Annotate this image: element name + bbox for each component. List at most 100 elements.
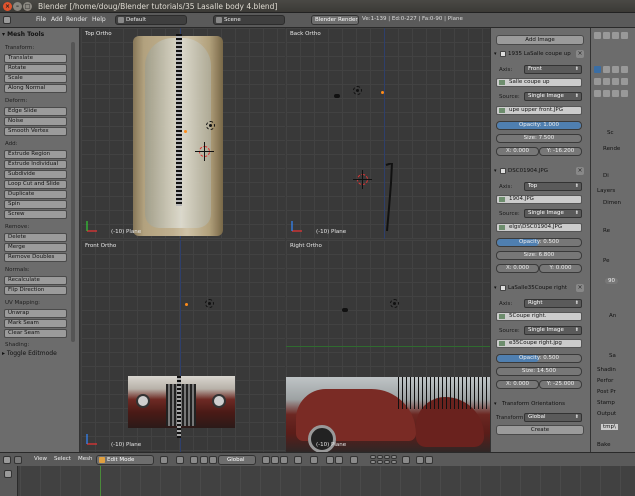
physics-context-icon[interactable] [594,78,601,85]
layer-button-8[interactable] [391,460,397,464]
add-image-button[interactable]: Add Image [496,35,584,45]
prop-shading[interactable]: Shadin [597,367,616,373]
viewport-right-ortho[interactable]: Right Ortho (-10) Plane [286,240,490,452]
lock-layers-icon[interactable] [402,456,410,464]
render-context-icon[interactable] [594,32,601,39]
along-normal-button[interactable]: Along Normal [4,84,67,93]
axis-dropdown[interactable]: Top [524,182,582,191]
tool-shelf-scrollbar[interactable] [71,42,75,342]
timeline-editor[interactable] [0,466,635,496]
chevron-down-icon[interactable]: ▾ [494,285,497,291]
unwrap-button[interactable]: Unwrap [4,309,67,318]
chevron-down-icon[interactable]: ▾ [494,401,497,407]
image-filepath-field[interactable]: e35Coupe right.jpg [496,339,582,348]
prop-performance[interactable]: Perfor [597,378,613,384]
scene-context-icon[interactable] [612,32,619,39]
opengl-render-icon[interactable] [416,456,424,464]
prop-scene[interactable]: Sc [607,130,614,136]
show-image-checkbox[interactable] [500,51,506,57]
prop-bake[interactable]: Bake [597,442,611,448]
screw-button[interactable]: Screw [4,210,67,219]
source-dropdown[interactable]: Single Image [524,326,582,335]
noise-button[interactable]: Noise [4,117,67,126]
screen-layout-field[interactable]: Default [115,15,187,25]
render-layers-icon[interactable] [603,32,610,39]
clear-seam-button[interactable]: Clear Seam [4,329,67,338]
translate-manipulator-icon[interactable] [200,456,208,464]
flip-direction-button[interactable]: Flip Direction [4,286,67,295]
menu-mesh[interactable]: Mesh [78,456,92,462]
edge-slide-button[interactable]: Edge Slide [4,107,67,116]
menu-add[interactable]: Add [51,16,63,23]
lamp-data-icon[interactable] [603,90,610,97]
show-image-checkbox[interactable] [500,285,506,291]
size-field[interactable]: Size: 14.500 [496,367,582,376]
image-filepath-field[interactable]: elgs\DSC01904.JPG [496,223,582,232]
prop-render[interactable]: Rende [603,146,620,152]
prop-anti-aliasing[interactable]: An [609,313,616,319]
texture-context-icon[interactable] [621,66,628,73]
menu-view[interactable]: View [34,456,47,462]
constraint-context-icon[interactable] [603,78,610,85]
prop-display[interactable]: Di [603,173,609,179]
viewport-back-ortho[interactable]: Back Ortho (-10) Plane [286,28,490,239]
prop-layers[interactable]: Layers [597,188,615,194]
menu-file[interactable]: File [36,16,46,23]
bg-image-header[interactable]: ▾ LaSalle35Coupe right × [494,283,586,295]
remove-image-icon[interactable]: × [576,167,584,175]
opacity-slider[interactable]: Opacity: 0.500 [496,238,582,247]
transform-orientations-header[interactable]: ▾ Transform Orientations [494,399,586,411]
image-filepath-field[interactable]: upe upper front.JPG [496,106,582,115]
merge-button[interactable]: Merge [4,243,67,252]
create-orientation-button[interactable]: Create [496,425,584,435]
render-engine-select[interactable]: Blender Render [311,15,359,25]
bg-image-header[interactable]: ▾ 1935 LaSalle coupe up × [494,49,586,61]
viewport-top-ortho[interactable]: Top Ortho (-10) Plane [81,28,285,239]
close-window-icon[interactable]: × [3,2,12,11]
collapse-menu-icon[interactable] [14,456,22,464]
loop-cut-slide-button[interactable]: Loop Cut and Slide [4,180,67,189]
x-offset-field[interactable]: X: 0.000 [496,380,539,389]
occlude-geometry-icon[interactable] [294,456,302,464]
prop-output[interactable]: Output [597,411,616,417]
bg-image-header[interactable]: ▾ DSC01904.JPG × [494,166,586,178]
menu-render[interactable]: Render [66,16,87,23]
remove-doubles-button[interactable]: Remove Doubles [4,253,67,262]
chevron-down-icon[interactable]: ▾ [494,51,497,57]
mode-dropdown[interactable]: Edit Mode [96,455,154,465]
extrude-individual-button[interactable]: Extrude Individual [4,160,67,169]
editor-type-timeline-icon[interactable] [4,470,12,478]
y-offset-field[interactable]: Y: -16.200 [539,147,582,156]
particles-context-icon[interactable] [612,78,619,85]
vertex-select-icon[interactable] [262,456,270,464]
subdivide-button[interactable]: Subdivide [4,170,67,179]
toggle-editmode-header[interactable]: ▸ Toggle Editmode [2,350,57,357]
prop-value-field[interactable]: 90 [605,278,618,284]
prop-sampled-motion[interactable]: Sa [609,353,616,359]
snap-element-icon[interactable] [335,456,343,464]
size-field[interactable]: Size: 6.800 [496,251,582,260]
layer-button-6[interactable] [377,460,383,464]
pivot-point-icon[interactable] [176,456,184,464]
viewport-shading-icon[interactable] [160,456,168,464]
proportional-edit-icon[interactable] [310,456,318,464]
image-datablock-field[interactable]: Salle coupe up [496,78,582,87]
x-offset-field[interactable]: X: 0.000 [496,147,539,156]
duplicate-button[interactable]: Duplicate [4,190,67,199]
remove-image-icon[interactable]: × [576,50,584,58]
world-context-icon[interactable] [621,32,628,39]
transform-orientation-dropdown[interactable]: Global [524,413,582,422]
camera-view-icon[interactable] [594,90,601,97]
layer-button-3[interactable] [384,455,390,459]
smooth-vertex-button[interactable]: Smooth Vertex [4,127,67,136]
size-field[interactable]: Size: 7.500 [496,134,582,143]
axis-dropdown[interactable]: Front [524,65,582,74]
manipulator-toggle-icon[interactable] [190,456,198,464]
layer-button-4[interactable] [391,455,397,459]
modifier-context-icon[interactable] [603,66,610,73]
opengl-animation-icon[interactable] [425,456,433,464]
spin-button[interactable]: Spin [4,200,67,209]
mesh-tools-header[interactable]: ▾ Mesh Tools [2,31,44,38]
remove-image-icon[interactable]: × [576,284,584,292]
viewport-front-ortho[interactable]: Front Ortho (-10) Plane [81,240,285,452]
